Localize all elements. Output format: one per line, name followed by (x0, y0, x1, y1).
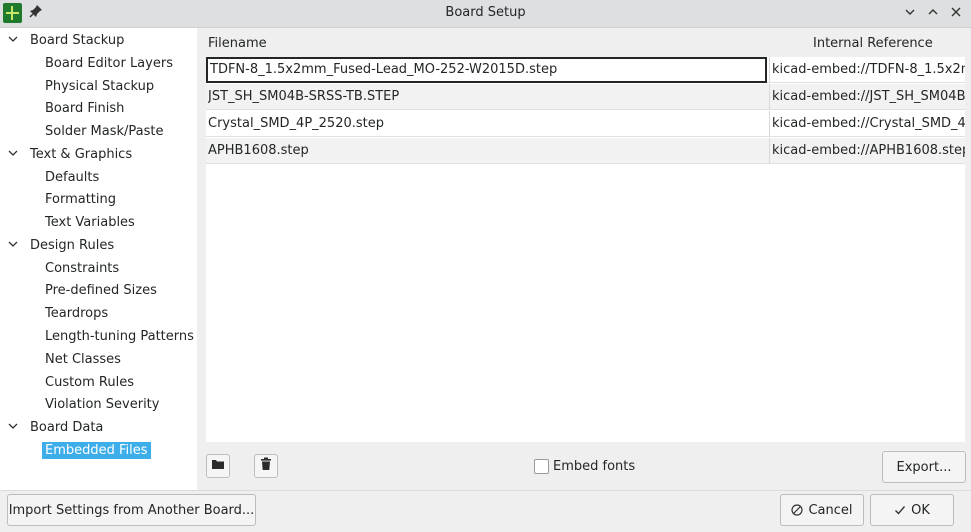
embedded-files-table: Filename Internal Reference TDFN-8_1.5x2… (206, 32, 965, 442)
tree-category-text-graphics[interactable]: Text & Graphics (30, 144, 132, 166)
reference-cell[interactable]: kicad-embed://TDFN-8_1.5x2mn (769, 57, 965, 83)
footer-divider (0, 490, 971, 491)
tree-item-text-variables[interactable]: Text Variables (45, 212, 135, 234)
export-button[interactable]: Export... (882, 451, 966, 483)
table-row[interactable]: APHB1608.step kicad-embed://APHB1608.ste… (206, 138, 965, 164)
window-title: Board Setup (445, 5, 526, 20)
folder-icon (211, 458, 225, 474)
filename-cell[interactable]: APHB1608.step (208, 138, 766, 164)
embedded-files-panel: Filename Internal Reference TDFN-8_1.5x2… (198, 28, 971, 490)
tree-item-board-finish[interactable]: Board Finish (45, 98, 124, 120)
embed-fonts-option[interactable]: Embed fonts (534, 459, 635, 474)
tree-item-constraints[interactable]: Constraints (45, 258, 119, 280)
reference-cell[interactable]: kicad-embed://APHB1608.step (769, 138, 965, 164)
trash-icon (260, 457, 272, 475)
table-row[interactable]: Crystal_SMD_4P_2520.step kicad-embed://C… (206, 111, 965, 137)
chevron-down-icon[interactable] (6, 144, 20, 166)
settings-tree: Board Stackup Board Editor Layers Physic… (0, 28, 197, 490)
delete-file-button[interactable] (254, 454, 278, 478)
tree-item-violation-severity[interactable]: Violation Severity (45, 394, 159, 416)
filename-cell[interactable]: Crystal_SMD_4P_2520.step (208, 111, 766, 137)
embed-fonts-checkbox[interactable] (534, 459, 549, 474)
table-row[interactable]: TDFN-8_1.5x2mm_Fused-Lead_MO-252-W2015D.… (206, 57, 965, 83)
close-icon[interactable] (946, 4, 966, 24)
tree-item-defaults[interactable]: Defaults (45, 167, 99, 189)
chevron-down-icon[interactable] (900, 4, 920, 24)
tree-item-embedded-files[interactable]: Embedded Files (42, 440, 151, 462)
add-file-button[interactable] (206, 454, 230, 478)
tree-item-custom-rules[interactable]: Custom Rules (45, 372, 134, 394)
tree-item-board-editor-layers[interactable]: Board Editor Layers (45, 53, 173, 75)
chevron-up-icon[interactable] (923, 4, 943, 24)
title-bar: Board Setup (0, 0, 971, 28)
tree-category-board-stackup[interactable]: Board Stackup (30, 30, 124, 52)
filename-cell[interactable]: JST_SH_SM04B-SRSS-TB.STEP (208, 84, 766, 110)
cancel-label: Cancel (808, 502, 853, 518)
table-header: Filename Internal Reference (206, 32, 965, 57)
tree-item-physical-stackup[interactable]: Physical Stackup (45, 76, 154, 98)
ok-button[interactable]: OK (870, 494, 954, 526)
cancel-button[interactable]: Cancel (780, 494, 864, 526)
ok-label: OK (911, 502, 930, 518)
tree-item-length-tuning-patterns[interactable]: Length-tuning Patterns (45, 326, 194, 348)
reference-cell[interactable]: kicad-embed://JST_SH_SM04B-SF (769, 84, 965, 110)
cancel-icon (791, 504, 804, 516)
tree-item-teardrops[interactable]: Teardrops (45, 303, 108, 325)
embed-fonts-label: Embed fonts (553, 459, 636, 474)
column-header-filename[interactable]: Filename (208, 36, 267, 51)
chevron-down-icon[interactable] (6, 417, 20, 439)
tree-item-solder-mask-paste[interactable]: Solder Mask/Paste (45, 121, 164, 143)
table-row[interactable]: JST_SH_SM04B-SRSS-TB.STEP kicad-embed://… (206, 84, 965, 110)
tree-category-board-data[interactable]: Board Data (30, 417, 103, 439)
checkmark-icon (894, 504, 906, 516)
chevron-down-icon[interactable] (6, 235, 20, 257)
import-settings-button[interactable]: Import Settings from Another Board... (7, 494, 256, 526)
tree-item-predefined-sizes[interactable]: Pre-defined Sizes (45, 280, 157, 302)
filename-cell[interactable]: TDFN-8_1.5x2mm_Fused-Lead_MO-252-W2015D.… (206, 57, 767, 83)
tree-item-net-classes[interactable]: Net Classes (45, 349, 121, 371)
column-header-internal-reference[interactable]: Internal Reference (813, 36, 933, 51)
chevron-down-icon[interactable] (6, 30, 20, 52)
reference-cell[interactable]: kicad-embed://Crystal_SMD_4P_ (769, 111, 965, 137)
tree-category-design-rules[interactable]: Design Rules (30, 235, 114, 257)
tree-item-formatting[interactable]: Formatting (45, 189, 116, 211)
